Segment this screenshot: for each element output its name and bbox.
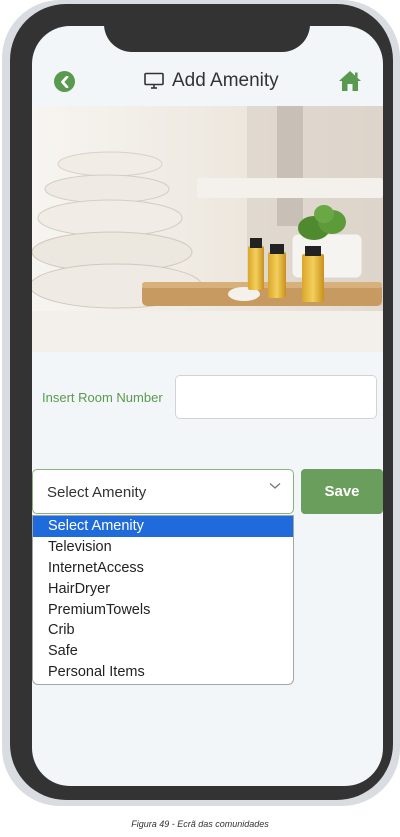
amenity-option[interactable]: HairDryer xyxy=(33,579,293,600)
amenity-option[interactable]: Crib xyxy=(33,620,293,641)
room-number-input[interactable] xyxy=(175,375,377,419)
save-button[interactable]: Save xyxy=(301,469,383,514)
chevron-down-icon xyxy=(269,483,281,489)
home-button[interactable] xyxy=(338,70,362,92)
amenity-option[interactable]: Personal Items xyxy=(33,662,293,683)
phone-notch xyxy=(104,4,310,52)
amenity-select[interactable]: Select Amenity xyxy=(32,469,294,514)
home-icon xyxy=(339,71,361,91)
figure-caption: Figura 49 - Ecrã das comunidades xyxy=(131,819,269,829)
amenity-option[interactable]: Select Amenity xyxy=(33,516,293,537)
amenity-option[interactable]: InternetAccess xyxy=(33,558,293,579)
towels-toiletries-illustration xyxy=(32,106,383,352)
page-title-text: Add Amenity xyxy=(172,70,279,91)
room-number-label: Insert Room Number xyxy=(42,390,163,405)
app-header: Add Amenity xyxy=(32,62,383,102)
amenity-hero-image xyxy=(32,106,383,352)
back-button[interactable] xyxy=(54,71,75,92)
amenity-option[interactable]: Safe xyxy=(33,641,293,662)
monitor-icon xyxy=(144,72,164,89)
page-title: Add Amenity xyxy=(144,70,279,92)
amenity-option[interactable]: Television xyxy=(33,537,293,558)
amenity-dropdown-list: Select Amenity Television InternetAccess… xyxy=(32,515,294,685)
amenity-option[interactable]: PremiumTowels xyxy=(33,600,293,621)
amenity-select-value: Select Amenity xyxy=(47,484,147,501)
chevron-left-icon xyxy=(60,75,68,88)
